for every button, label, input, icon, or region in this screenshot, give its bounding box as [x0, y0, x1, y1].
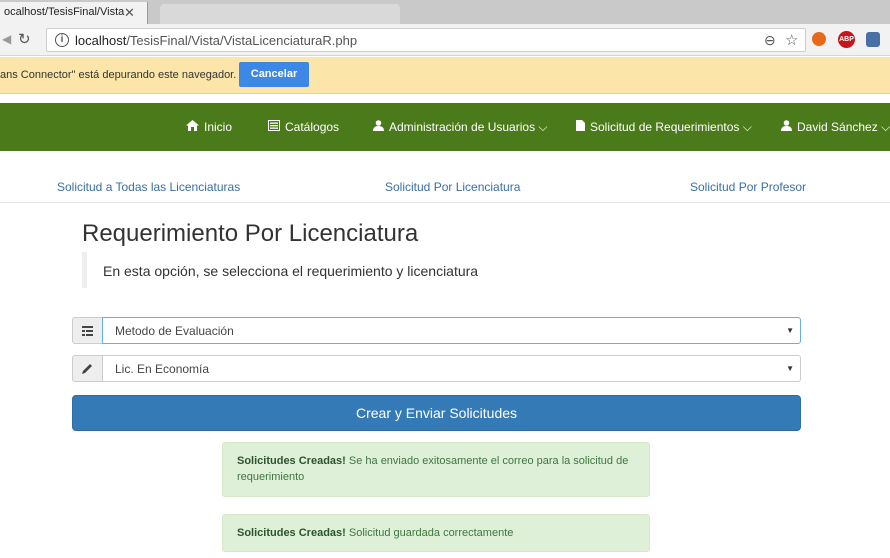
list-icon	[72, 317, 103, 344]
browser-tab[interactable]: ocalhost/TesisFinal/Vista ✕	[0, 2, 148, 24]
debug-cancel-button[interactable]: Cancelar	[239, 62, 309, 87]
nav-item-catalogos[interactable]: Catálogos	[268, 120, 339, 134]
alert-title: Solicitudes Creadas!	[237, 527, 346, 539]
browser-tab-inactive[interactable]	[160, 4, 400, 24]
description-text: En esta opción, se selecciona el requeri…	[103, 263, 479, 279]
browser-toolbar: ◀ ↻ i localhost/TesisFinal/Vista/VistaLi…	[0, 24, 890, 56]
adblock-icon[interactable]: ABP	[838, 31, 855, 48]
nav-item-user-menu[interactable]: David Sánchez ⌵	[781, 120, 890, 135]
alert-title: Solicitudes Creadas!	[237, 455, 346, 467]
home-icon	[186, 120, 199, 134]
chevron-down-icon: ⌵	[538, 120, 548, 134]
subnav-link-por-profesor[interactable]: Solicitud Por Profesor	[690, 180, 806, 194]
reload-icon[interactable]: ↻	[18, 30, 31, 48]
success-alert: Solicitudes Creadas! Se ha enviado exito…	[222, 442, 650, 497]
nav-item-inicio[interactable]: Inicio	[186, 120, 232, 134]
nav-item-solicitud-requerimientos[interactable]: Solicitud de Requerimientos ⌵	[576, 120, 752, 135]
bookmark-star-icon[interactable]: ☆	[785, 31, 798, 49]
info-icon[interactable]: i	[55, 33, 69, 47]
debug-infobar: ans Connector" está depurando este naveg…	[0, 57, 890, 94]
degree-input-group: Lic. En Economía ▼	[72, 355, 801, 382]
list-alt-icon	[268, 120, 280, 134]
degree-select[interactable]: Lic. En Economía ▼	[102, 355, 801, 382]
requirement-input-group: Metodo de Evaluación ▼	[72, 317, 801, 344]
file-icon	[576, 120, 585, 134]
debug-message: ans Connector" está depurando este naveg…	[0, 69, 237, 81]
pencil-icon	[72, 355, 103, 382]
zoom-icon[interactable]: ⊖	[764, 32, 776, 49]
chevron-down-icon: ▼	[786, 326, 794, 335]
close-tab-icon[interactable]: ✕	[124, 5, 135, 21]
page-title: Requerimiento Por Licenciatura	[82, 220, 419, 247]
tab-title: ocalhost/TesisFinal/Vista	[4, 6, 125, 18]
description-blockquote: En esta opción, se selecciona el requeri…	[82, 252, 522, 288]
create-send-requests-button[interactable]: Crear y Enviar Solicitudes	[72, 395, 801, 431]
user-icon	[781, 120, 792, 134]
back-icon[interactable]: ◀	[2, 32, 11, 46]
browser-tab-strip: ocalhost/TesisFinal/Vista ✕	[0, 0, 890, 24]
main-navbar: Inicio Catálogos Administración de Usuar…	[0, 103, 890, 151]
extension-icon[interactable]	[812, 32, 826, 46]
chevron-down-icon: ▼	[786, 364, 794, 373]
subnav-link-todas[interactable]: Solicitud a Todas las Licenciaturas	[57, 180, 240, 194]
success-alert: Solicitudes Creadas! Solicitud guardada …	[222, 514, 650, 552]
address-bar[interactable]: i localhost/TesisFinal/Vista/VistaLicenc…	[46, 28, 806, 52]
alert-message: Solicitud guardada correctamente	[348, 527, 514, 539]
requirement-select[interactable]: Metodo de Evaluación ▼	[102, 317, 801, 344]
main-content: Requerimiento Por Licenciatura En esta o…	[0, 204, 890, 558]
chevron-down-icon: ⌵	[742, 120, 752, 134]
shield-extension-icon[interactable]	[866, 32, 880, 47]
subnav-link-por-licenciatura[interactable]: Solicitud Por Licenciatura	[385, 180, 520, 194]
user-icon	[373, 120, 384, 134]
chevron-down-icon: ⌵	[881, 120, 890, 134]
sub-navigation: Solicitud a Todas las Licenciaturas Soli…	[0, 151, 890, 203]
nav-item-administracion-usuarios[interactable]: Administración de Usuarios ⌵	[373, 120, 548, 135]
url-text: localhost/TesisFinal/Vista/VistaLicencia…	[75, 33, 358, 48]
